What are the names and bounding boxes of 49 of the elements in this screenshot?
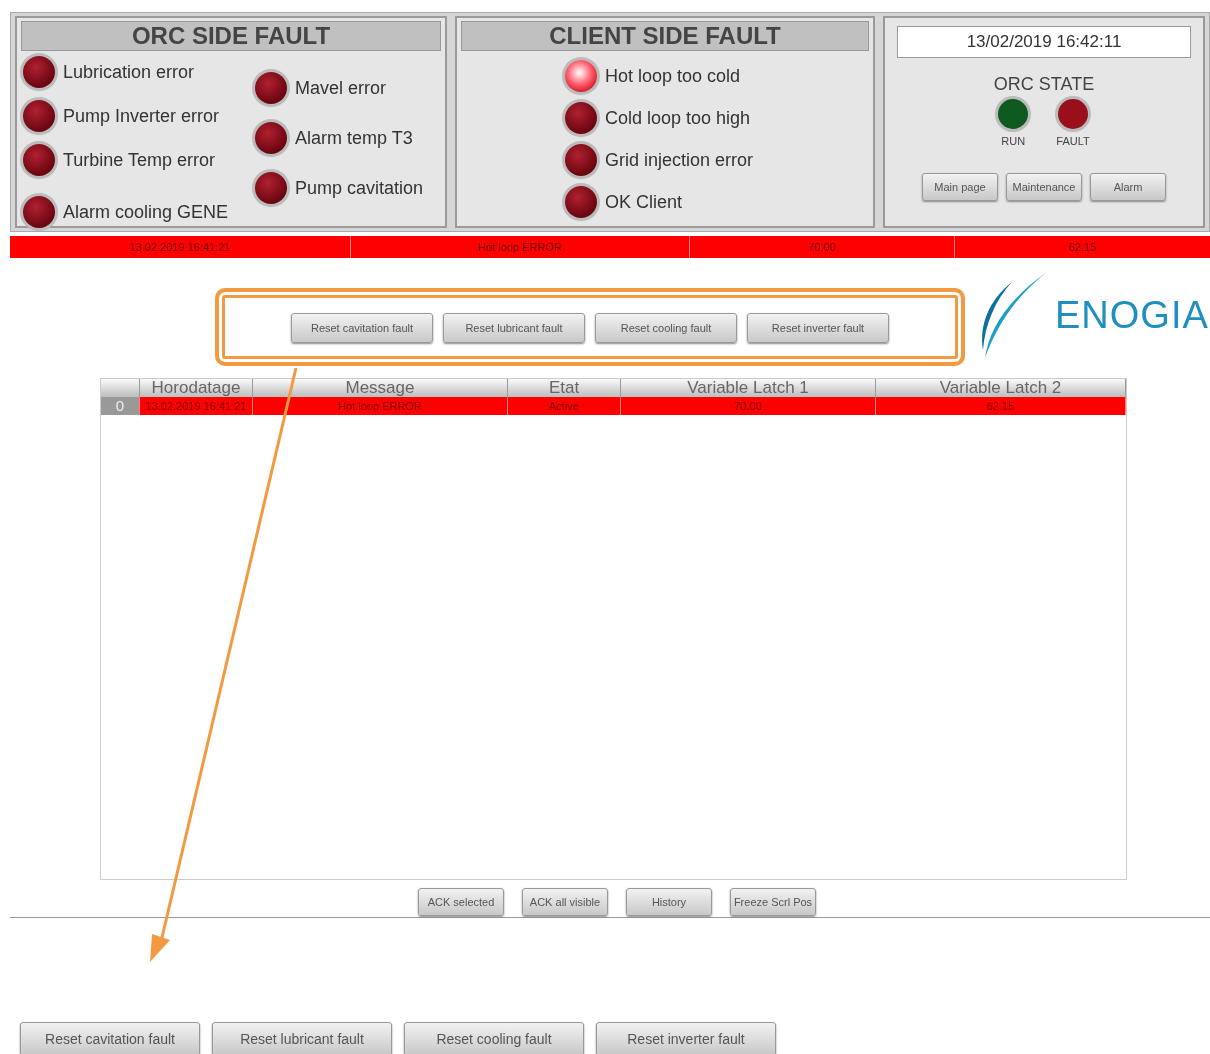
reset-button[interactable]: Reset lubricant fault (212, 1022, 392, 1054)
fault-label: OK Client (605, 191, 683, 213)
row-index: 0 (101, 397, 140, 415)
reset-button[interactable]: Reset inverter fault (747, 313, 889, 343)
fault-label: Alarm cooling GENE (63, 201, 229, 223)
panel-title: CLIENT SIDE FAULT (461, 21, 869, 51)
banner-cell: 13.02.2019 16:41:21 (10, 236, 351, 258)
table-cell: 62.15 (876, 397, 1126, 415)
table-button[interactable]: Freeze Scrl Pos (730, 888, 816, 916)
table-cell: Active (508, 397, 621, 415)
fault-label: Alarm temp T3 (295, 127, 413, 149)
banner-cell-text: 62.15 (1067, 240, 1098, 255)
reset-button[interactable]: Reset inverter fault (596, 1022, 776, 1054)
fault-label: Pump Inverter error (63, 105, 220, 127)
fault-label: Mavel error (295, 77, 387, 99)
state-title: ORC STATE (993, 74, 1095, 95)
nav-button[interactable]: Maintenance (1006, 173, 1082, 201)
column-header[interactable]: Message (253, 379, 508, 397)
logo-text: ENOGIA (1055, 293, 1209, 337)
reset-button[interactable]: Reset cavitation fault (291, 313, 433, 343)
column-header[interactable]: Etat (508, 379, 621, 397)
fault-label: Pump cavitation (295, 177, 424, 199)
table-button[interactable]: ACK all visible (522, 888, 608, 916)
column-header[interactable]: Variable Latch 1 (621, 379, 876, 397)
column-header[interactable]: Horodatage (140, 379, 253, 397)
table-cell: Hot loop ERROR (253, 397, 508, 415)
reset-button[interactable]: Reset cooling fault (404, 1022, 584, 1054)
table-button[interactable]: History (626, 888, 712, 916)
table-cell: 13.02.2019 16:41:21 (140, 397, 253, 415)
datetime-display: 13/02/2019 16:42:11 (897, 26, 1191, 58)
fault-label: Turbine Temp error (63, 149, 216, 171)
banner-cell: Hot loop ERROR (351, 236, 690, 258)
table-button[interactable]: ACK selected (418, 888, 504, 916)
state-label: FAULT (1056, 135, 1090, 147)
banner-cell: 70.00 (690, 236, 955, 258)
reset-button[interactable]: Reset cavitation fault (20, 1022, 200, 1054)
state-label: RUN (1001, 135, 1026, 147)
reset-button[interactable]: Reset lubricant fault (443, 313, 585, 343)
nav-button[interactable]: Alarm (1090, 173, 1166, 201)
fault-label: Cold loop too high (605, 107, 751, 129)
fault-label: Lubrication error (63, 61, 195, 83)
fault-label: Hot loop too cold (605, 65, 741, 87)
header-corner (101, 379, 140, 397)
fault-label: Grid injection error (605, 149, 754, 171)
reset-button[interactable]: Reset cooling fault (595, 313, 737, 343)
table-cell: 70.00 (621, 397, 876, 415)
nav-button[interactable]: Main page (922, 173, 998, 201)
column-header[interactable]: Variable Latch 2 (876, 379, 1126, 397)
panel-title: ORC SIDE FAULT (21, 21, 441, 51)
